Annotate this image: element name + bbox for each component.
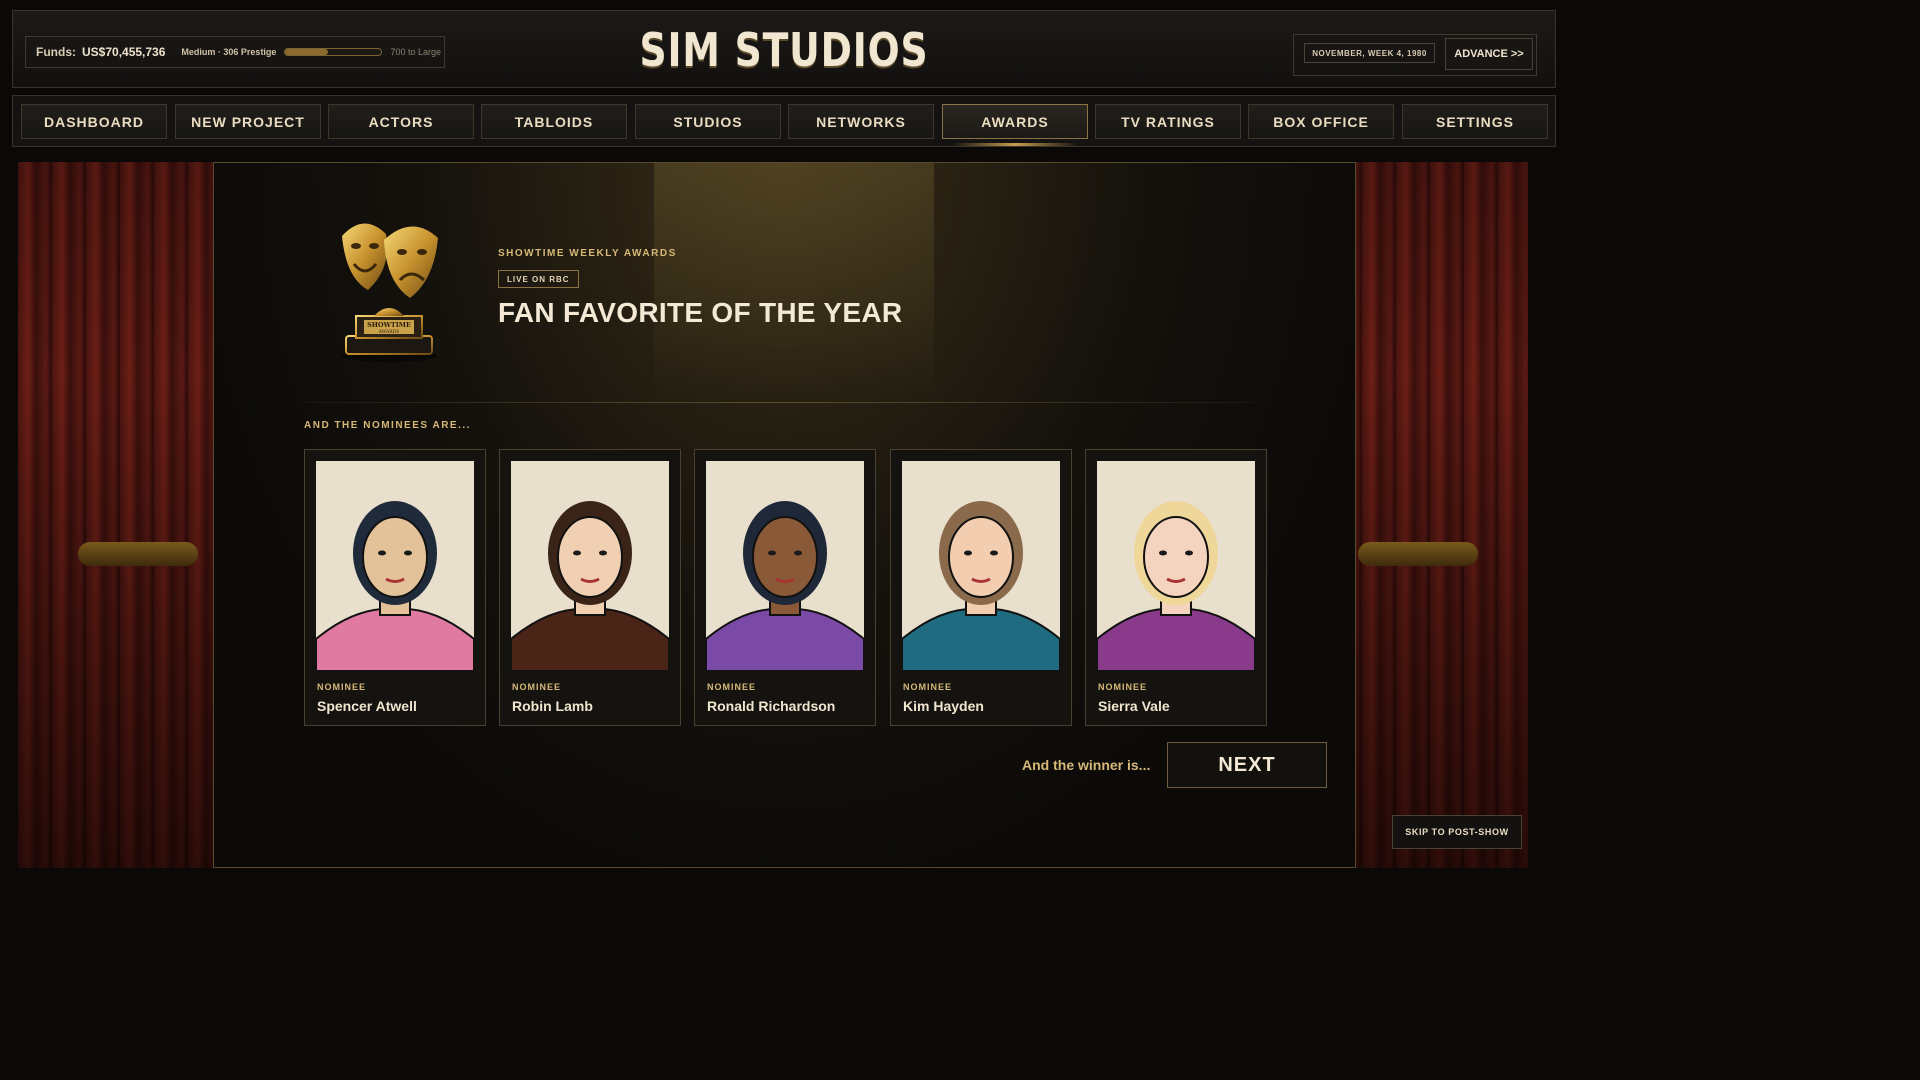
skip-to-post-show-button[interactable]: SKIP TO POST-SHOW (1392, 815, 1522, 849)
tab-tabloids[interactable]: TABLOIDS (481, 104, 627, 139)
winner-prompt: And the winner is... (1022, 757, 1151, 773)
portrait-illustration (902, 501, 1060, 671)
broadcast-badge: LIVE ON RBC (498, 270, 579, 288)
nominee-label: NOMINEE (317, 682, 367, 692)
nominee-portrait (902, 461, 1060, 671)
date-panel: NOVEMBER, WEEK 4, 1980 ADVANCE >> (1293, 34, 1537, 76)
nominee-name: Ronald Richardson (707, 698, 836, 714)
nominee-name: Spencer Atwell (317, 698, 417, 714)
active-tab-indicator (952, 143, 1078, 146)
right-curtain (1328, 162, 1528, 868)
portrait-illustration (706, 501, 864, 671)
tab-dashboard[interactable]: DASHBOARD (21, 104, 167, 139)
nominee-portrait (1097, 461, 1255, 671)
event-name: SHOWTIME WEEKLY AWARDS (498, 248, 677, 259)
nominee-name: Robin Lamb (512, 698, 593, 714)
nominee-name: Sierra Vale (1098, 698, 1170, 714)
tab-networks[interactable]: NETWORKS (788, 104, 934, 139)
tab-settings[interactable]: SETTINGS (1402, 104, 1548, 139)
section-divider (304, 402, 1254, 403)
trophy-icon: SHOWTIME AWARDS (341, 223, 438, 362)
nominee-label: NOMINEE (903, 682, 953, 692)
nominee-portrait (706, 461, 864, 671)
left-curtain-tieback (78, 542, 198, 566)
main-nav: DASHBOARD NEW PROJECT ACTORS TABLOIDS ST… (12, 95, 1556, 147)
nominee-card[interactable]: NOMINEE Sierra Vale (1085, 449, 1267, 726)
current-date: NOVEMBER, WEEK 4, 1980 (1304, 43, 1435, 63)
nominee-portrait (316, 461, 474, 671)
tab-new-project[interactable]: NEW PROJECT (175, 104, 321, 139)
top-bar: Funds: US$70,455,736 Medium · 306 Presti… (12, 10, 1556, 88)
tab-actors[interactable]: ACTORS (328, 104, 474, 139)
right-curtain-tieback (1358, 542, 1478, 566)
nominee-portrait (511, 461, 669, 671)
nominee-label: NOMINEE (707, 682, 757, 692)
spotlight (654, 163, 934, 403)
studio-logo: SIM STUDIOS (639, 23, 929, 77)
tab-studios[interactable]: STUDIOS (635, 104, 781, 139)
award-category-title: FAN FAVORITE OF THE YEAR (498, 297, 903, 328)
tab-awards[interactable]: AWARDS (942, 104, 1088, 139)
nominee-card[interactable]: NOMINEE Ronald Richardson (694, 449, 876, 726)
portrait-illustration (511, 501, 669, 671)
nominee-name: Kim Hayden (903, 698, 984, 714)
advance-button[interactable]: ADVANCE >> (1445, 38, 1533, 70)
tab-tv-ratings[interactable]: TV RATINGS (1095, 104, 1241, 139)
nominee-card[interactable]: NOMINEE Robin Lamb (499, 449, 681, 726)
trophy-plate-subtext: AWARDS (378, 329, 400, 335)
next-button[interactable]: NEXT (1167, 742, 1327, 788)
nominee-card[interactable]: NOMINEE Spencer Atwell (304, 449, 486, 726)
portrait-illustration (1097, 501, 1255, 671)
nominee-label: NOMINEE (512, 682, 562, 692)
trophy-plate-text: SHOWTIME (367, 321, 411, 329)
left-curtain (18, 162, 218, 868)
nominees-heading: AND THE NOMINEES ARE... (304, 420, 471, 431)
awards-panel: SHOWTIME AWARDS SHOWTIME WEEKLY AWARDS L… (213, 162, 1356, 868)
nominee-card[interactable]: NOMINEE Kim Hayden (890, 449, 1072, 726)
nominee-label: NOMINEE (1098, 682, 1148, 692)
funds-label: Funds: (36, 45, 76, 59)
tab-box-office[interactable]: BOX OFFICE (1248, 104, 1394, 139)
portrait-illustration (316, 501, 474, 671)
